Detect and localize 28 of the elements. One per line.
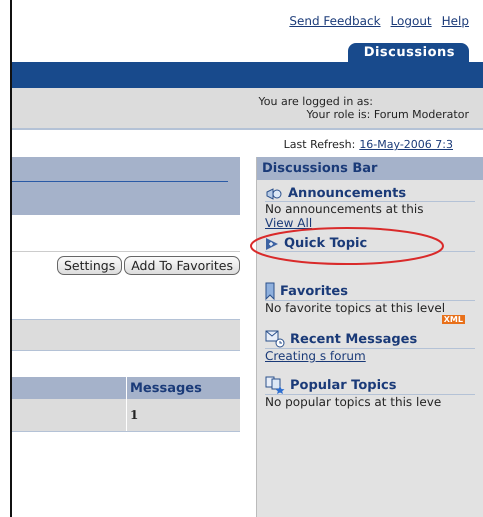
section-link[interactable]: View All — [265, 216, 312, 230]
login-text: You are logged in as: — [258, 95, 374, 108]
section-title: Popular Topics — [290, 378, 396, 392]
toolbar-button[interactable]: Settings — [56, 256, 122, 275]
megaphone-icon — [265, 186, 283, 200]
section-link[interactable]: Creating s forum — [265, 349, 366, 363]
section-title: Quick Topic — [284, 236, 368, 251]
header-link[interactable]: Help — [442, 14, 469, 28]
section-title: Recent Messages — [290, 332, 418, 346]
role-text: Your role is: Forum Moderator — [306, 108, 469, 121]
envelope-clock-icon — [265, 330, 285, 348]
sidebar-title: Discussions Bar — [257, 157, 483, 180]
header-link[interactable]: Logout — [390, 14, 432, 28]
bookmark-icon — [265, 282, 275, 300]
section-text: No popular topics at this leve — [265, 395, 442, 409]
people-star-icon — [265, 376, 285, 394]
section-title: Favorites — [280, 284, 348, 298]
refresh-link[interactable]: 16-May-2006 7:3 — [359, 138, 453, 151]
table-cell: 1 — [126, 399, 240, 432]
toolbar-button[interactable]: Add To Favorites — [124, 256, 240, 275]
section-text: No announcements at this — [265, 202, 424, 216]
tab[interactable]: Discussions — [348, 43, 469, 62]
section-text: No favorite topics at this level — [265, 301, 446, 315]
play-plus-icon — [265, 236, 279, 250]
column-header: Messages — [126, 377, 240, 399]
refresh-label: Last Refresh: — [284, 138, 356, 151]
header-link[interactable]: Send Feedback — [289, 14, 381, 28]
section-title: Announcements — [288, 186, 406, 201]
